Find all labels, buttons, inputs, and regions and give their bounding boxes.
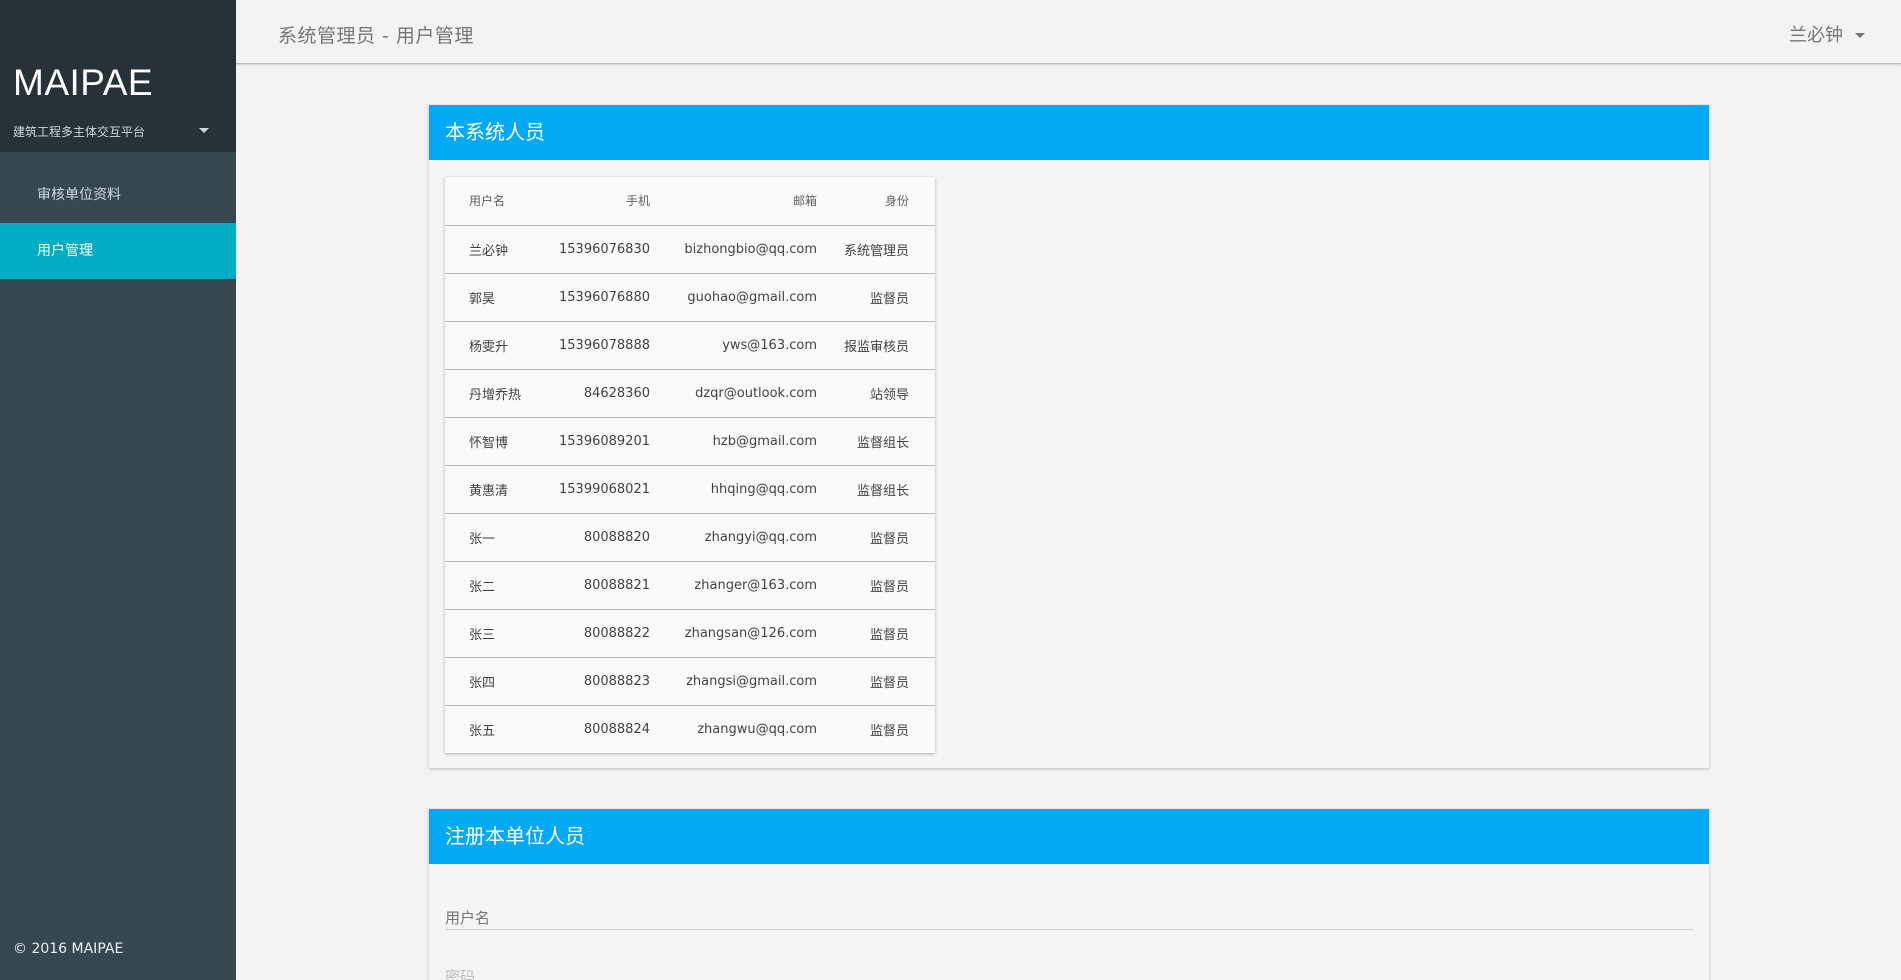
cell-username: 张二 [445, 560, 550, 609]
column-header-email: 邮箱 [792, 194, 817, 209]
register-staff-card: 注册本单位人员 密码 [429, 809, 1709, 980]
column-header-username: 用户名 [469, 194, 506, 209]
table-row[interactable]: 杨雯升 15396078888 yws@163.com 报监审核员 [445, 320, 935, 369]
copyright-footer: © 2016 MAIPAE [13, 941, 124, 957]
column-header-phone: 手机 [625, 194, 650, 209]
cell-email: bizhongbio@qq.com [650, 224, 817, 273]
user-name: 兰必钟 [1789, 25, 1843, 46]
second-field-label[interactable]: 密码 [445, 966, 475, 980]
table-row[interactable]: 黄惠清 15399068021 hhqing@qq.com 监督组长 [445, 464, 935, 513]
cell-email: zhangsi@gmail.com [650, 656, 817, 705]
table-row[interactable]: 张三 80088822 zhangsan@126.com 监督员 [445, 608, 935, 657]
cell-username: 张四 [445, 656, 550, 705]
table-row[interactable]: 丹增乔热 84628360 dzqr@outlook.com 站领导 [445, 368, 935, 417]
cell-username: 兰必钟 [445, 224, 550, 273]
cell-role: 系统管理员 [817, 224, 935, 273]
table-body: 兰必钟 15396076830 bizhongbio@qq.com 系统管理员 郭昊 15… [445, 224, 935, 753]
system-users-card: 本系统人员 用户名 手机 邮箱 身份 兰必钟 15396076830 bizhong… [429, 105, 1709, 768]
platform-subtitle: 建筑工程多主体交互平台 [13, 125, 146, 139]
cell-role: 监督组长 [817, 464, 935, 513]
cell-username: 黄惠清 [445, 464, 550, 513]
sidebar-item-label: 审核单位资料 [37, 187, 121, 203]
card-title: 注册本单位人员 [429, 809, 1709, 864]
cell-role: 监督员 [817, 512, 935, 561]
cell-username: 怀智博 [445, 416, 550, 465]
sidebar-item-review-unit-info[interactable]: 审核单位资料 [0, 167, 236, 223]
users-table: 用户名 手机 邮箱 身份 兰必钟 15396076830 bizhongbio@qq… [445, 177, 935, 753]
cell-role: 监督员 [817, 560, 935, 609]
username-field[interactable] [445, 906, 1693, 930]
sidebar-nav: 审核单位资料 用户管理 [0, 167, 236, 279]
cell-role: 监督组长 [817, 416, 935, 465]
cell-email: zhangsan@126.com [650, 608, 817, 657]
cell-phone: 15399068021 [550, 464, 650, 513]
table-row[interactable]: 兰必钟 15396076830 bizhongbio@qq.com 系统管理员 [445, 224, 935, 273]
brand-logo: MAIPAE [13, 62, 154, 103]
cell-email: hzb@gmail.com [650, 416, 817, 465]
cell-email: hhqing@qq.com [650, 464, 817, 513]
table-row[interactable]: 怀智博 15396089201 hzb@gmail.com 监督组长 [445, 416, 935, 465]
cell-phone: 80088823 [550, 656, 650, 705]
table-header-row: 用户名 手机 邮箱 身份 [445, 177, 935, 225]
cell-role: 监督员 [817, 656, 935, 705]
page-title: 系统管理员 - 用户管理 [278, 25, 474, 47]
sidebar: MAIPAE 建筑工程多主体交互平台 审核单位资料 用户管理 © 2016 MA… [0, 0, 236, 980]
cell-role: 监督员 [817, 272, 935, 321]
cell-phone: 80088822 [550, 608, 650, 657]
cell-email: zhangyi@qq.com [650, 512, 817, 561]
chevron-down-icon[interactable] [199, 128, 209, 133]
sidebar-item-user-management[interactable]: 用户管理 [0, 223, 236, 279]
cell-email: guohao@gmail.com [650, 272, 817, 321]
cell-username: 张三 [445, 608, 550, 657]
cell-phone: 15396076880 [550, 272, 650, 321]
table-row[interactable]: 张二 80088821 zhanger@163.com 监督员 [445, 560, 935, 609]
cell-role: 监督员 [817, 704, 935, 753]
cell-username: 张一 [445, 512, 550, 561]
cell-email: zhangwu@qq.com [650, 704, 817, 753]
cell-email: yws@163.com [650, 320, 817, 369]
column-header-role: 身份 [884, 194, 909, 209]
cell-username: 郭昊 [445, 272, 550, 321]
sidebar-item-label: 用户管理 [37, 243, 93, 259]
cell-role: 报监审核员 [817, 320, 935, 369]
card-title: 本系统人员 [429, 105, 1709, 160]
user-menu[interactable]: 兰必钟 [1789, 21, 1865, 47]
cell-username: 张五 [445, 704, 550, 753]
username-input[interactable] [445, 906, 1693, 930]
cell-phone: 15396089201 [550, 416, 650, 465]
cell-username: 丹增乔热 [445, 368, 550, 417]
cell-role: 站领导 [817, 368, 935, 417]
table-row[interactable]: 张四 80088823 zhangsi@gmail.com 监督员 [445, 656, 935, 705]
cell-phone: 84628360 [550, 368, 650, 417]
cell-phone: 80088820 [550, 512, 650, 561]
sidebar-header: MAIPAE 建筑工程多主体交互平台 [0, 0, 236, 152]
cell-phone: 80088824 [550, 704, 650, 753]
cell-phone: 15396076830 [550, 224, 650, 273]
table-row[interactable]: 张五 80088824 zhangwu@qq.com 监督员 [445, 704, 935, 753]
table-row[interactable]: 郭昊 15396076880 guohao@gmail.com 监督员 [445, 272, 935, 321]
cell-username: 杨雯升 [445, 320, 550, 369]
cell-phone: 80088821 [550, 560, 650, 609]
table-row[interactable]: 张一 80088820 zhangyi@qq.com 监督员 [445, 512, 935, 561]
cell-email: zhanger@163.com [650, 560, 817, 609]
top-bar: 系统管理员 - 用户管理 兰必钟 [236, 0, 1901, 64]
chevron-down-icon [1855, 32, 1865, 38]
cell-role: 监督员 [817, 608, 935, 657]
cell-email: dzqr@outlook.com [650, 368, 817, 417]
cell-phone: 15396078888 [550, 320, 650, 369]
